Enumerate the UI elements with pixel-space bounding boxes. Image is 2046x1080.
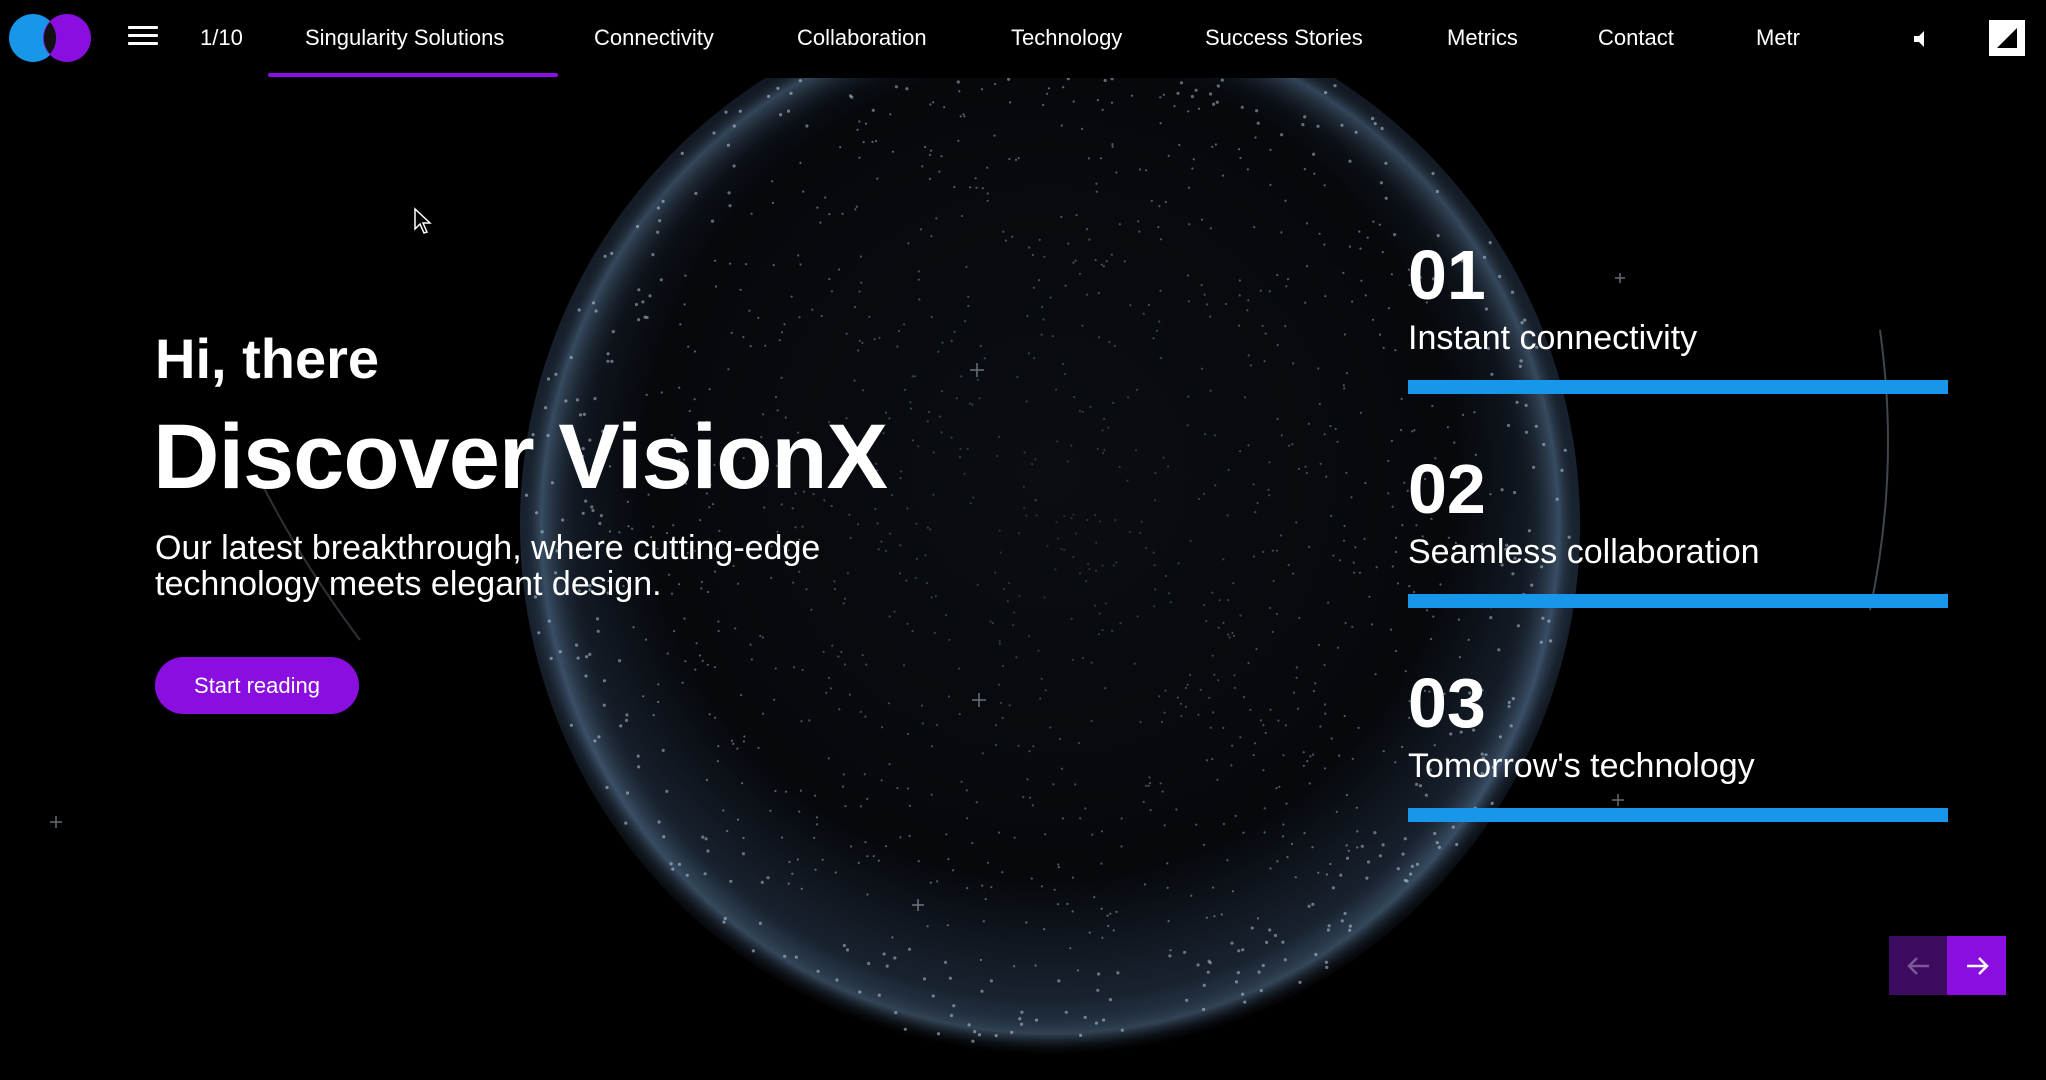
feature-progress-bar	[1408, 380, 1948, 394]
hero-subtitle: Our latest breakthrough, where cutting-e…	[155, 529, 821, 603]
feature-number: 03	[1408, 664, 1486, 742]
feature-number: 01	[1408, 236, 1486, 314]
page-headline: Discover VisionX	[153, 406, 888, 508]
feature-label: Seamless collaboration	[1408, 533, 1760, 571]
feature-item: 02 Seamless collaboration	[1408, 454, 1948, 608]
brand-logo-icon[interactable]	[7, 12, 93, 64]
menu-icon[interactable]	[128, 26, 158, 50]
nav-item-metr-truncated[interactable]: Metr	[1756, 25, 1800, 51]
nav-item-metrics[interactable]: Metrics	[1447, 25, 1518, 51]
slide-counter: 1/10	[200, 25, 243, 50]
previous-slide-button[interactable]	[1889, 936, 1948, 995]
start-reading-button[interactable]: Start reading	[155, 657, 359, 714]
arrow-left-icon	[1906, 956, 1929, 975]
fullscreen-icon[interactable]	[1989, 20, 2025, 56]
nav-item-contact[interactable]: Contact	[1598, 25, 1674, 51]
feature-item: 01 Instant connectivity	[1408, 240, 1948, 394]
feature-item: 03 Tomorrow's technology	[1408, 668, 1948, 822]
nav-item-technology[interactable]: Technology	[1011, 25, 1122, 51]
feature-number: 02	[1408, 450, 1486, 528]
speaker-icon[interactable]	[1908, 26, 1934, 52]
arrow-right-icon	[1966, 956, 1989, 975]
top-navigation-bar: 1/10 Singularity Solutions Connectivity …	[0, 0, 2046, 78]
nav-item-collaboration[interactable]: Collaboration	[797, 25, 927, 51]
next-slide-button[interactable]	[1947, 936, 2006, 995]
nav-item-success-stories[interactable]: Success Stories	[1205, 25, 1363, 51]
active-tab-indicator	[268, 73, 558, 77]
slide-stage: 1/10 Singularity Solutions Connectivity …	[0, 0, 2046, 1080]
feature-label: Instant connectivity	[1408, 319, 1698, 357]
nav-item-connectivity[interactable]: Connectivity	[594, 25, 714, 51]
mouse-pointer-icon	[414, 207, 432, 234]
nav-item-singularity-solutions[interactable]: Singularity Solutions	[305, 25, 504, 51]
feature-progress-bar	[1408, 808, 1948, 822]
greeting-text: Hi, there	[155, 327, 380, 390]
nav-tabs: Singularity Solutions Connectivity Colla…	[268, 0, 1808, 78]
feature-progress-bar	[1408, 594, 1948, 608]
feature-label: Tomorrow's technology	[1408, 747, 1755, 785]
